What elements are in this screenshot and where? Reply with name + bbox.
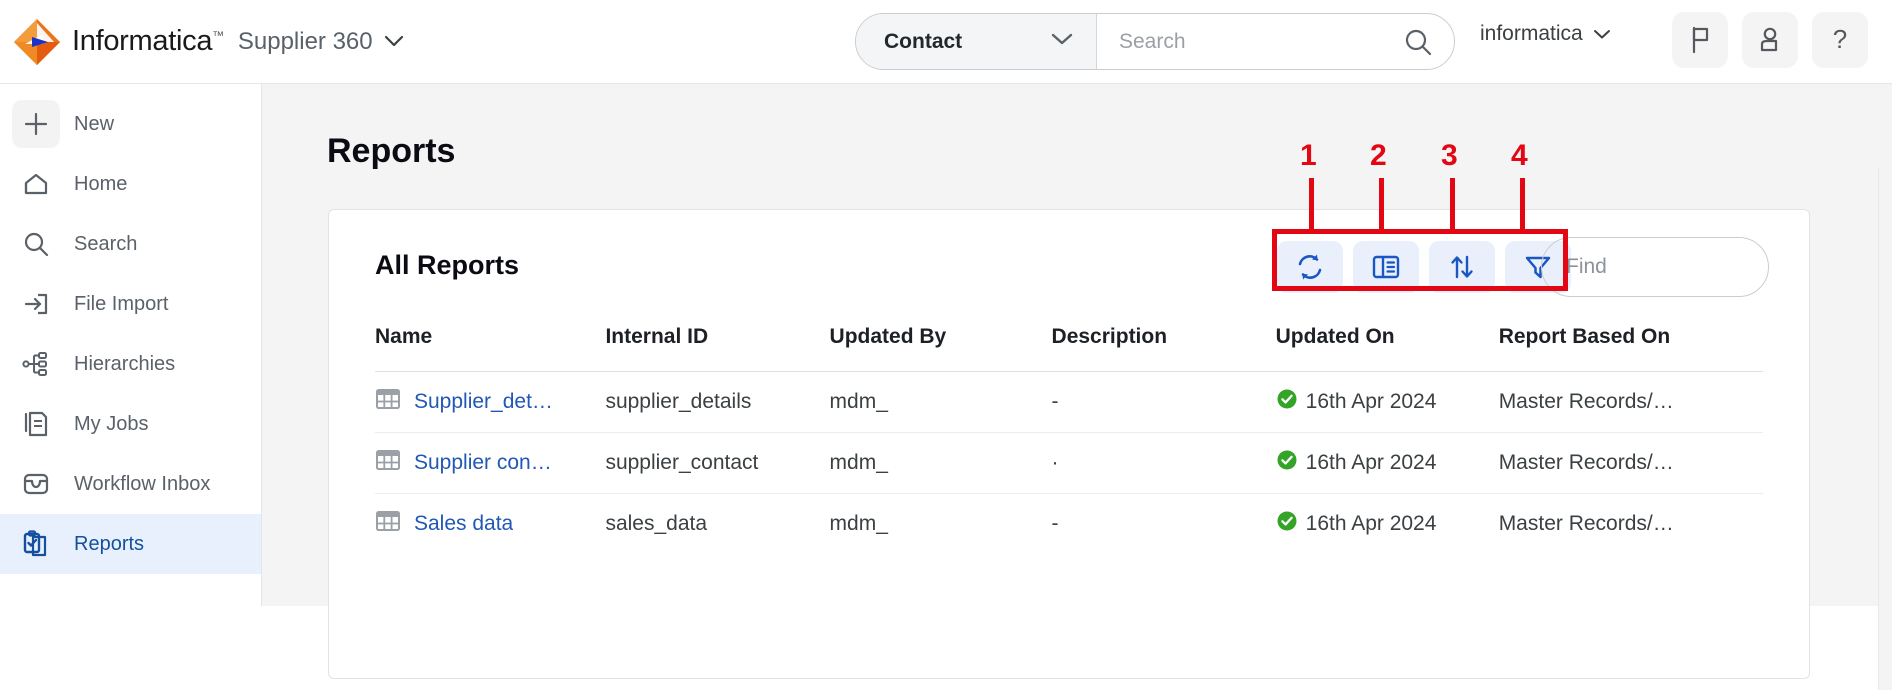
- cell-description: ·: [1051, 432, 1276, 494]
- cell-internal-id: supplier_details: [605, 371, 830, 433]
- refresh-icon[interactable]: [1277, 241, 1343, 293]
- column-header-updated-by[interactable]: Updated By: [829, 325, 1052, 372]
- sidebar-item-label: My Jobs: [74, 412, 149, 435]
- column-header-internal-id[interactable]: Internal ID: [605, 325, 830, 372]
- check-circle-icon: [1276, 510, 1298, 538]
- workflow-inbox-icon: [12, 460, 60, 508]
- cell-description: -: [1051, 512, 1059, 536]
- sidebar-item-label: Search: [74, 232, 138, 255]
- report-name-link[interactable]: Supplier_det…: [414, 390, 553, 414]
- check-circle-icon: [1276, 449, 1298, 477]
- search-icon[interactable]: [1390, 26, 1446, 58]
- sidebar-item-label: Reports: [74, 532, 145, 555]
- table-grid-icon: [375, 508, 401, 540]
- chevron-down-icon: [1593, 29, 1611, 40]
- sidebar: New Home Search File Import Hierarchies …: [0, 84, 262, 606]
- cell-updated-by: mdm_: [829, 371, 1052, 433]
- my-jobs-icon: [12, 400, 60, 448]
- search-icon: [12, 220, 60, 268]
- file-import-icon: [12, 280, 60, 328]
- search-field: [1097, 14, 1454, 69]
- cell-updated-by: mdm_: [829, 512, 888, 536]
- sidebar-item-label: Home: [74, 172, 128, 195]
- app-name[interactable]: Supplier 360: [238, 28, 373, 56]
- sidebar-item-my-jobs[interactable]: My Jobs: [0, 394, 261, 454]
- cell-report-based-on: Master Records/…: [1498, 512, 1674, 536]
- user-icon[interactable]: [1742, 12, 1798, 68]
- global-search: Contact: [855, 13, 1455, 70]
- table-grid-icon: [375, 447, 401, 479]
- search-entity-select[interactable]: Contact: [856, 14, 1097, 69]
- home-icon: [12, 160, 60, 208]
- table-row[interactable]: Supplier con… supplier_contact mdm_ · 16…: [375, 432, 1763, 494]
- sort-icon[interactable]: [1429, 241, 1495, 293]
- sidebar-item-new[interactable]: New: [0, 94, 261, 154]
- search-entity-label: Contact: [884, 29, 963, 53]
- account-name: informatica: [1480, 22, 1583, 45]
- all-reports-card: All Reports Find Name Internal ID Update…: [328, 209, 1810, 679]
- search-input[interactable]: [1119, 29, 1390, 54]
- cell-updated-on: 16th Apr 2024: [1305, 512, 1437, 536]
- cell-updated-on: 16th Apr 2024: [1305, 390, 1437, 413]
- plus-icon: [12, 100, 60, 148]
- sidebar-item-hierarchies[interactable]: Hierarchies: [0, 334, 261, 394]
- cell-internal-id: sales_data: [605, 512, 708, 536]
- app-header: Informatica™ Supplier 360 Contact inform…: [0, 0, 1892, 84]
- right-panel-edge: [1878, 168, 1892, 690]
- sidebar-item-home[interactable]: Home: [0, 154, 261, 214]
- report-name-link[interactable]: Supplier con…: [414, 451, 552, 475]
- reports-clipboard-icon: [12, 520, 60, 568]
- sidebar-item-label: Hierarchies: [74, 352, 176, 375]
- table-row[interactable]: Sales data sales_data mdm_ - 16th Apr 20…: [375, 494, 1763, 555]
- reports-table: Name Internal ID Updated By Description …: [375, 325, 1763, 555]
- sidebar-item-workflow-inbox[interactable]: Workflow Inbox: [0, 454, 261, 514]
- column-header-description[interactable]: Description: [1051, 325, 1276, 372]
- brand-name-text: Informatica: [72, 25, 213, 57]
- column-header-report-based-on[interactable]: Report Based On: [1498, 325, 1763, 372]
- table-row[interactable]: Supplier_det… supplier_details mdm_ - 16…: [375, 371, 1763, 433]
- sidebar-item-file-import[interactable]: File Import: [0, 274, 261, 334]
- find-box: [1541, 237, 1769, 297]
- page-title: Reports: [327, 132, 456, 170]
- sidebar-item-label: File Import: [74, 292, 169, 315]
- cell-updated-by: mdm_: [829, 432, 1052, 494]
- header-icon-buttons: ?: [1672, 12, 1868, 68]
- reports-table-wrapper: Name Internal ID Updated By Description …: [329, 325, 1809, 555]
- sidebar-item-reports[interactable]: Reports: [0, 514, 261, 574]
- report-name-link[interactable]: Sales data: [414, 512, 513, 536]
- account-menu[interactable]: informatica: [1480, 22, 1611, 46]
- card-title: All Reports: [375, 250, 520, 280]
- trademark-mark: ™: [212, 28, 224, 43]
- cell-internal-id: supplier_contact: [605, 432, 830, 494]
- sidebar-item-search[interactable]: Search: [0, 214, 261, 274]
- chevron-down-icon[interactable]: [384, 35, 404, 48]
- chevron-down-icon: [1050, 32, 1074, 51]
- table-header-row: Name Internal ID Updated By Description …: [375, 325, 1763, 372]
- svg-text:?: ?: [1833, 25, 1847, 54]
- cell-report-based-on: Master Records/…: [1498, 390, 1674, 413]
- columns-icon[interactable]: [1353, 241, 1419, 293]
- sidebar-item-label: New: [74, 112, 115, 135]
- cell-description: -: [1051, 371, 1276, 433]
- column-header-name[interactable]: Name: [375, 325, 606, 372]
- reports-toolbar: [1277, 241, 1571, 293]
- cell-updated-on: 16th Apr 2024: [1305, 451, 1437, 474]
- card-header: All Reports: [329, 210, 1809, 325]
- column-header-updated-on[interactable]: Updated On: [1275, 325, 1499, 372]
- main-content: Reports All Reports Find Name Internal I…: [262, 84, 1892, 690]
- brand-name: Informatica™: [72, 25, 224, 58]
- check-circle-icon: [1276, 388, 1298, 416]
- flag-icon[interactable]: [1672, 12, 1728, 68]
- help-icon[interactable]: ?: [1812, 12, 1868, 68]
- brand: Informatica™ Supplier 360: [0, 17, 404, 67]
- cell-report-based-on: Master Records/…: [1498, 451, 1674, 474]
- table-grid-icon: [375, 386, 401, 418]
- hierarchies-icon: [12, 340, 60, 388]
- informatica-logo-icon: [14, 18, 60, 65]
- find-input[interactable]: [1566, 255, 1744, 279]
- sidebar-item-label: Workflow Inbox: [74, 472, 211, 495]
